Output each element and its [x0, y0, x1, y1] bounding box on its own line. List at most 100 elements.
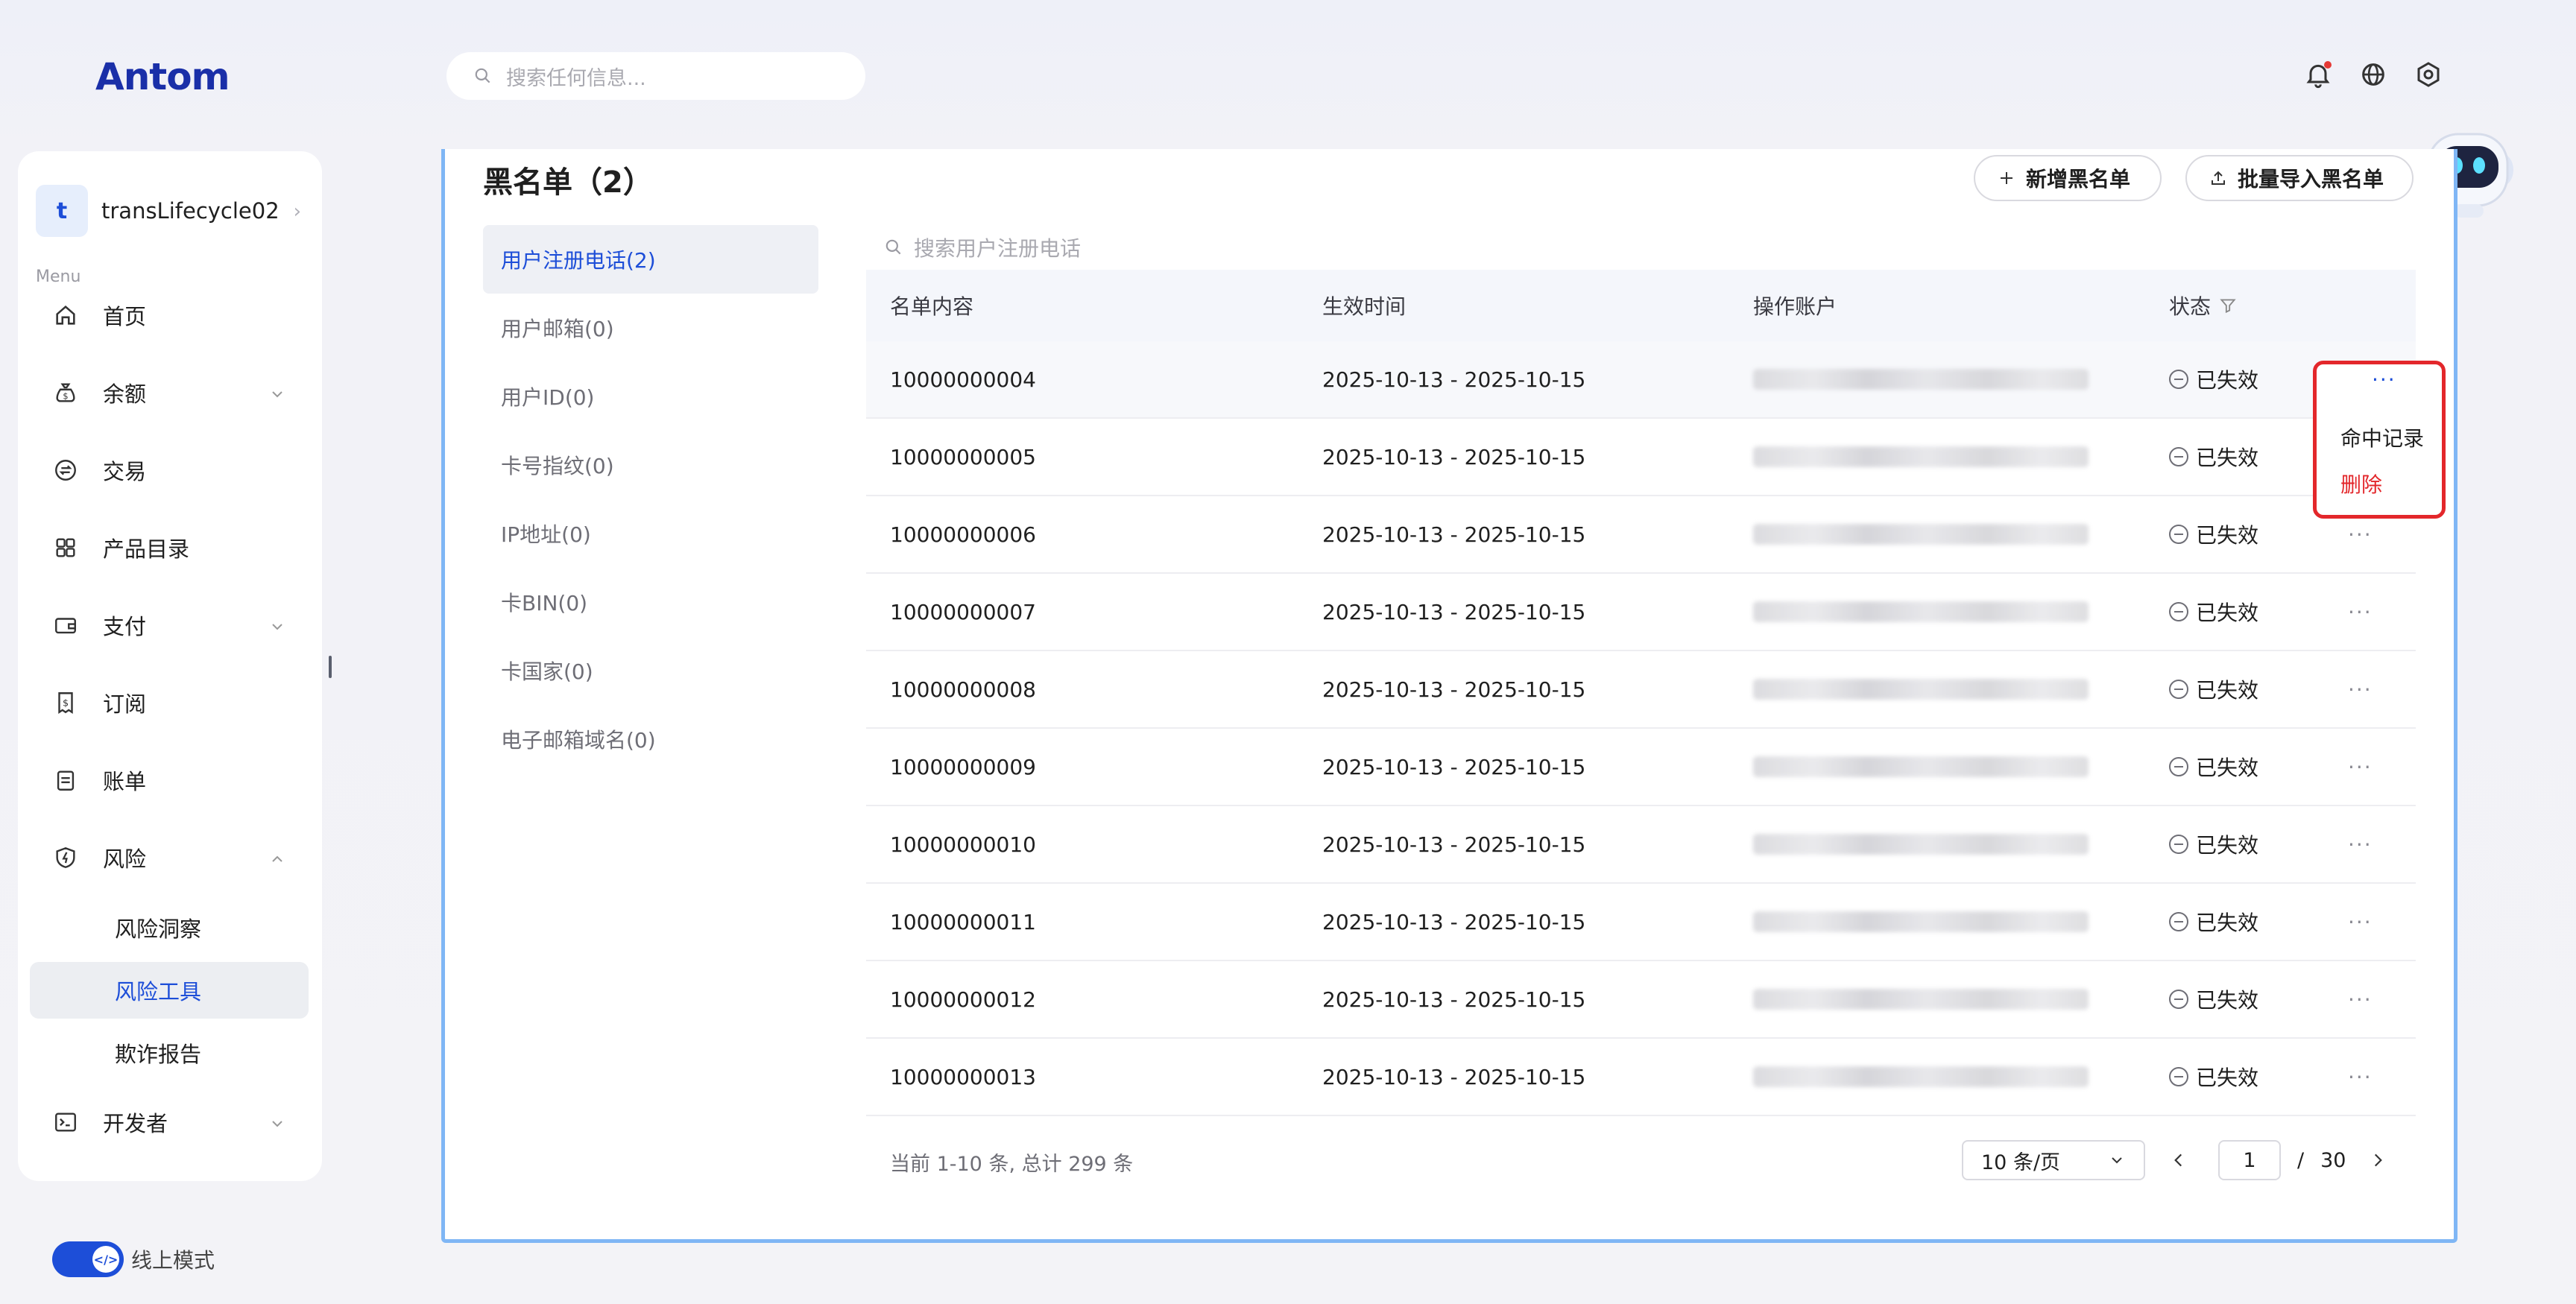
sidebar-collapse-handle[interactable] [329, 656, 332, 678]
more-actions-icon[interactable]: ··· [2348, 600, 2416, 624]
import-blacklist-button[interactable]: 批量导入黑名单 [2185, 155, 2414, 201]
sidebar-item-balance[interactable]: $ 余额 [18, 367, 322, 419]
plus-icon [2001, 172, 2012, 184]
notification-dot [2324, 61, 2332, 69]
toggle-switch[interactable]: </> [52, 1241, 124, 1277]
sidebar-item-billing[interactable]: 账单 [18, 754, 322, 806]
category-item-card-country[interactable]: 卡国家(0) [483, 636, 818, 705]
more-actions-icon[interactable]: ··· [2348, 755, 2416, 779]
category-item-phone[interactable]: 用户注册电话(2) [483, 225, 818, 294]
sidebar-item-developers[interactable]: 开发者 [18, 1096, 322, 1148]
chevron-up-icon [268, 848, 286, 873]
sidebar-item-risk[interactable]: 风险 [18, 832, 322, 884]
sidebar-item-label: 交易 [103, 459, 147, 484]
sidebar-subitem-fraud-reports[interactable]: 欺诈报告 [30, 1025, 309, 1081]
clipboard-icon [51, 765, 80, 795]
cell-status: 已失效 [2162, 674, 2348, 704]
account-switcher[interactable]: t transLifecycle02 › [36, 180, 310, 242]
sidebar-item-catalog[interactable]: 产品目录 [18, 522, 322, 574]
cell-operator-redacted [1729, 756, 2162, 777]
terminal-icon [51, 1107, 80, 1137]
exchange-icon [51, 455, 80, 485]
blacklist-table: 名单内容 生效时间 操作账户 状态 10000000004 2025-10-13… [866, 270, 2416, 1116]
next-page-icon[interactable] [2368, 1151, 2387, 1170]
more-actions-icon[interactable]: ··· [2348, 1065, 2416, 1089]
page-title: 黑名单（2） [483, 165, 653, 200]
cell-operator-redacted [1729, 911, 2162, 932]
account-avatar: t [36, 185, 88, 237]
more-actions-icon[interactable]: ··· [2372, 367, 2396, 392]
more-actions-icon[interactable]: ··· [2348, 832, 2416, 857]
cell-content: 10000000006 [890, 522, 1036, 547]
row-actions-menu: ··· 命中记录 删除 [2313, 361, 2446, 519]
table-row[interactable]: 10000000010 2025-10-13 - 2025-10-15 已失效 … [866, 806, 2416, 884]
more-actions-icon[interactable]: ··· [2348, 522, 2416, 547]
table-row[interactable]: 10000000009 2025-10-13 - 2025-10-15 已失效 … [866, 729, 2416, 806]
more-actions-icon[interactable]: ··· [2348, 987, 2416, 1012]
table-search-placeholder: 搜索用户注册电话 [914, 236, 1082, 261]
antom-logo[interactable]: Antom [95, 55, 230, 98]
cell-period: 2025-10-13 - 2025-10-15 [1322, 987, 1586, 1012]
sidebar-item-label: 产品目录 [103, 537, 190, 562]
table-header: 名单内容 生效时间 操作账户 状态 [866, 270, 2416, 341]
expired-status-icon [2169, 835, 2188, 854]
more-actions-icon[interactable]: ··· [2348, 677, 2416, 702]
menu-item-hit-records[interactable]: 命中记录 [2340, 422, 2424, 452]
header-period: 生效时间 [1322, 294, 1407, 319]
expired-status-icon [2169, 680, 2188, 699]
cell-status: 已失效 [2162, 519, 2348, 549]
expired-status-icon [2169, 990, 2188, 1009]
table-row[interactable]: 10000000004 2025-10-13 - 2025-10-15 已失效 … [866, 341, 2416, 419]
sidebar-item-transactions[interactable]: 交易 [18, 444, 322, 496]
chevron-right-icon: › [293, 200, 301, 223]
category-list: 用户注册电话(2) 用户邮箱(0) 用户ID(0) 卡号指纹(0) IP地址(0… [483, 225, 818, 773]
expired-status-icon [2169, 757, 2188, 776]
page-size-select[interactable]: 10 条/页 [1962, 1140, 2145, 1180]
sidebar-item-home[interactable]: 首页 [18, 289, 322, 341]
cell-status: 已失效 [2162, 597, 2348, 627]
sidebar-subitem-risk-tools[interactable]: 风险工具 [30, 962, 309, 1019]
category-item-card-bin[interactable]: 卡BIN(0) [483, 568, 818, 636]
expired-status-icon [2169, 602, 2188, 621]
category-item-card-fingerprint[interactable]: 卡号指纹(0) [483, 431, 818, 499]
bell-icon[interactable] [2303, 60, 2333, 89]
cell-period: 2025-10-13 - 2025-10-15 [1322, 677, 1586, 702]
status-label: 已失效 [2196, 601, 2259, 625]
cell-content: 10000000005 [890, 444, 1036, 469]
table-search-input[interactable]: 搜索用户注册电话 [884, 232, 1081, 262]
filter-icon[interactable] [2218, 296, 2238, 315]
table-row[interactable]: 10000000011 2025-10-13 - 2025-10-15 已失效 … [866, 884, 2416, 961]
expired-status-icon [2169, 1067, 2188, 1086]
page-number-input[interactable]: 1 [2218, 1140, 2281, 1180]
table-row[interactable]: 10000000007 2025-10-13 - 2025-10-15 已失效 … [866, 574, 2416, 651]
table-row[interactable]: 10000000008 2025-10-13 - 2025-10-15 已失效 … [866, 651, 2416, 729]
add-blacklist-label: 新增黑名单 [2026, 167, 2131, 192]
cell-period: 2025-10-13 - 2025-10-15 [1322, 909, 1586, 934]
category-item-user-id[interactable]: 用户ID(0) [483, 362, 818, 431]
cell-operator-redacted [1729, 369, 2162, 390]
status-label: 已失效 [2196, 1066, 2259, 1090]
sidebar-item-payments[interactable]: 支付 [18, 599, 322, 651]
cell-period: 2025-10-13 - 2025-10-15 [1322, 522, 1586, 547]
prev-page-icon[interactable] [2169, 1151, 2188, 1170]
add-blacklist-button[interactable]: 新增黑名单 [1974, 155, 2162, 201]
settings-icon[interactable] [2414, 60, 2443, 89]
sidebar-item-subscriptions[interactable]: $ 订阅 [18, 677, 322, 729]
cell-content: 10000000004 [890, 367, 1036, 392]
table-row[interactable]: 10000000012 2025-10-13 - 2025-10-15 已失效 … [866, 961, 2416, 1039]
category-item-email[interactable]: 用户邮箱(0) [483, 294, 818, 362]
table-row[interactable]: 10000000005 2025-10-13 - 2025-10-15 已失效 … [866, 419, 2416, 496]
globe-icon[interactable] [2358, 60, 2388, 89]
account-name: transLifecycle02 [101, 198, 280, 224]
menu-item-delete[interactable]: 删除 [2340, 469, 2382, 499]
table-row[interactable]: 10000000013 2025-10-13 - 2025-10-15 已失效 … [866, 1039, 2416, 1116]
sidebar-subitem-risk-insights[interactable]: 风险洞察 [30, 899, 309, 956]
category-item-email-domain[interactable]: 电子邮箱域名(0) [483, 705, 818, 773]
chevron-down-icon [268, 383, 286, 408]
table-row[interactable]: 10000000006 2025-10-13 - 2025-10-15 已失效 … [866, 496, 2416, 574]
live-mode-toggle[interactable]: </> 线上模式 [52, 1241, 215, 1277]
sidebar-item-label: 余额 [103, 382, 147, 407]
global-search[interactable]: 搜索任何信息... [446, 52, 865, 100]
category-item-ip[interactable]: IP地址(0) [483, 499, 818, 568]
more-actions-icon[interactable]: ··· [2348, 910, 2416, 934]
